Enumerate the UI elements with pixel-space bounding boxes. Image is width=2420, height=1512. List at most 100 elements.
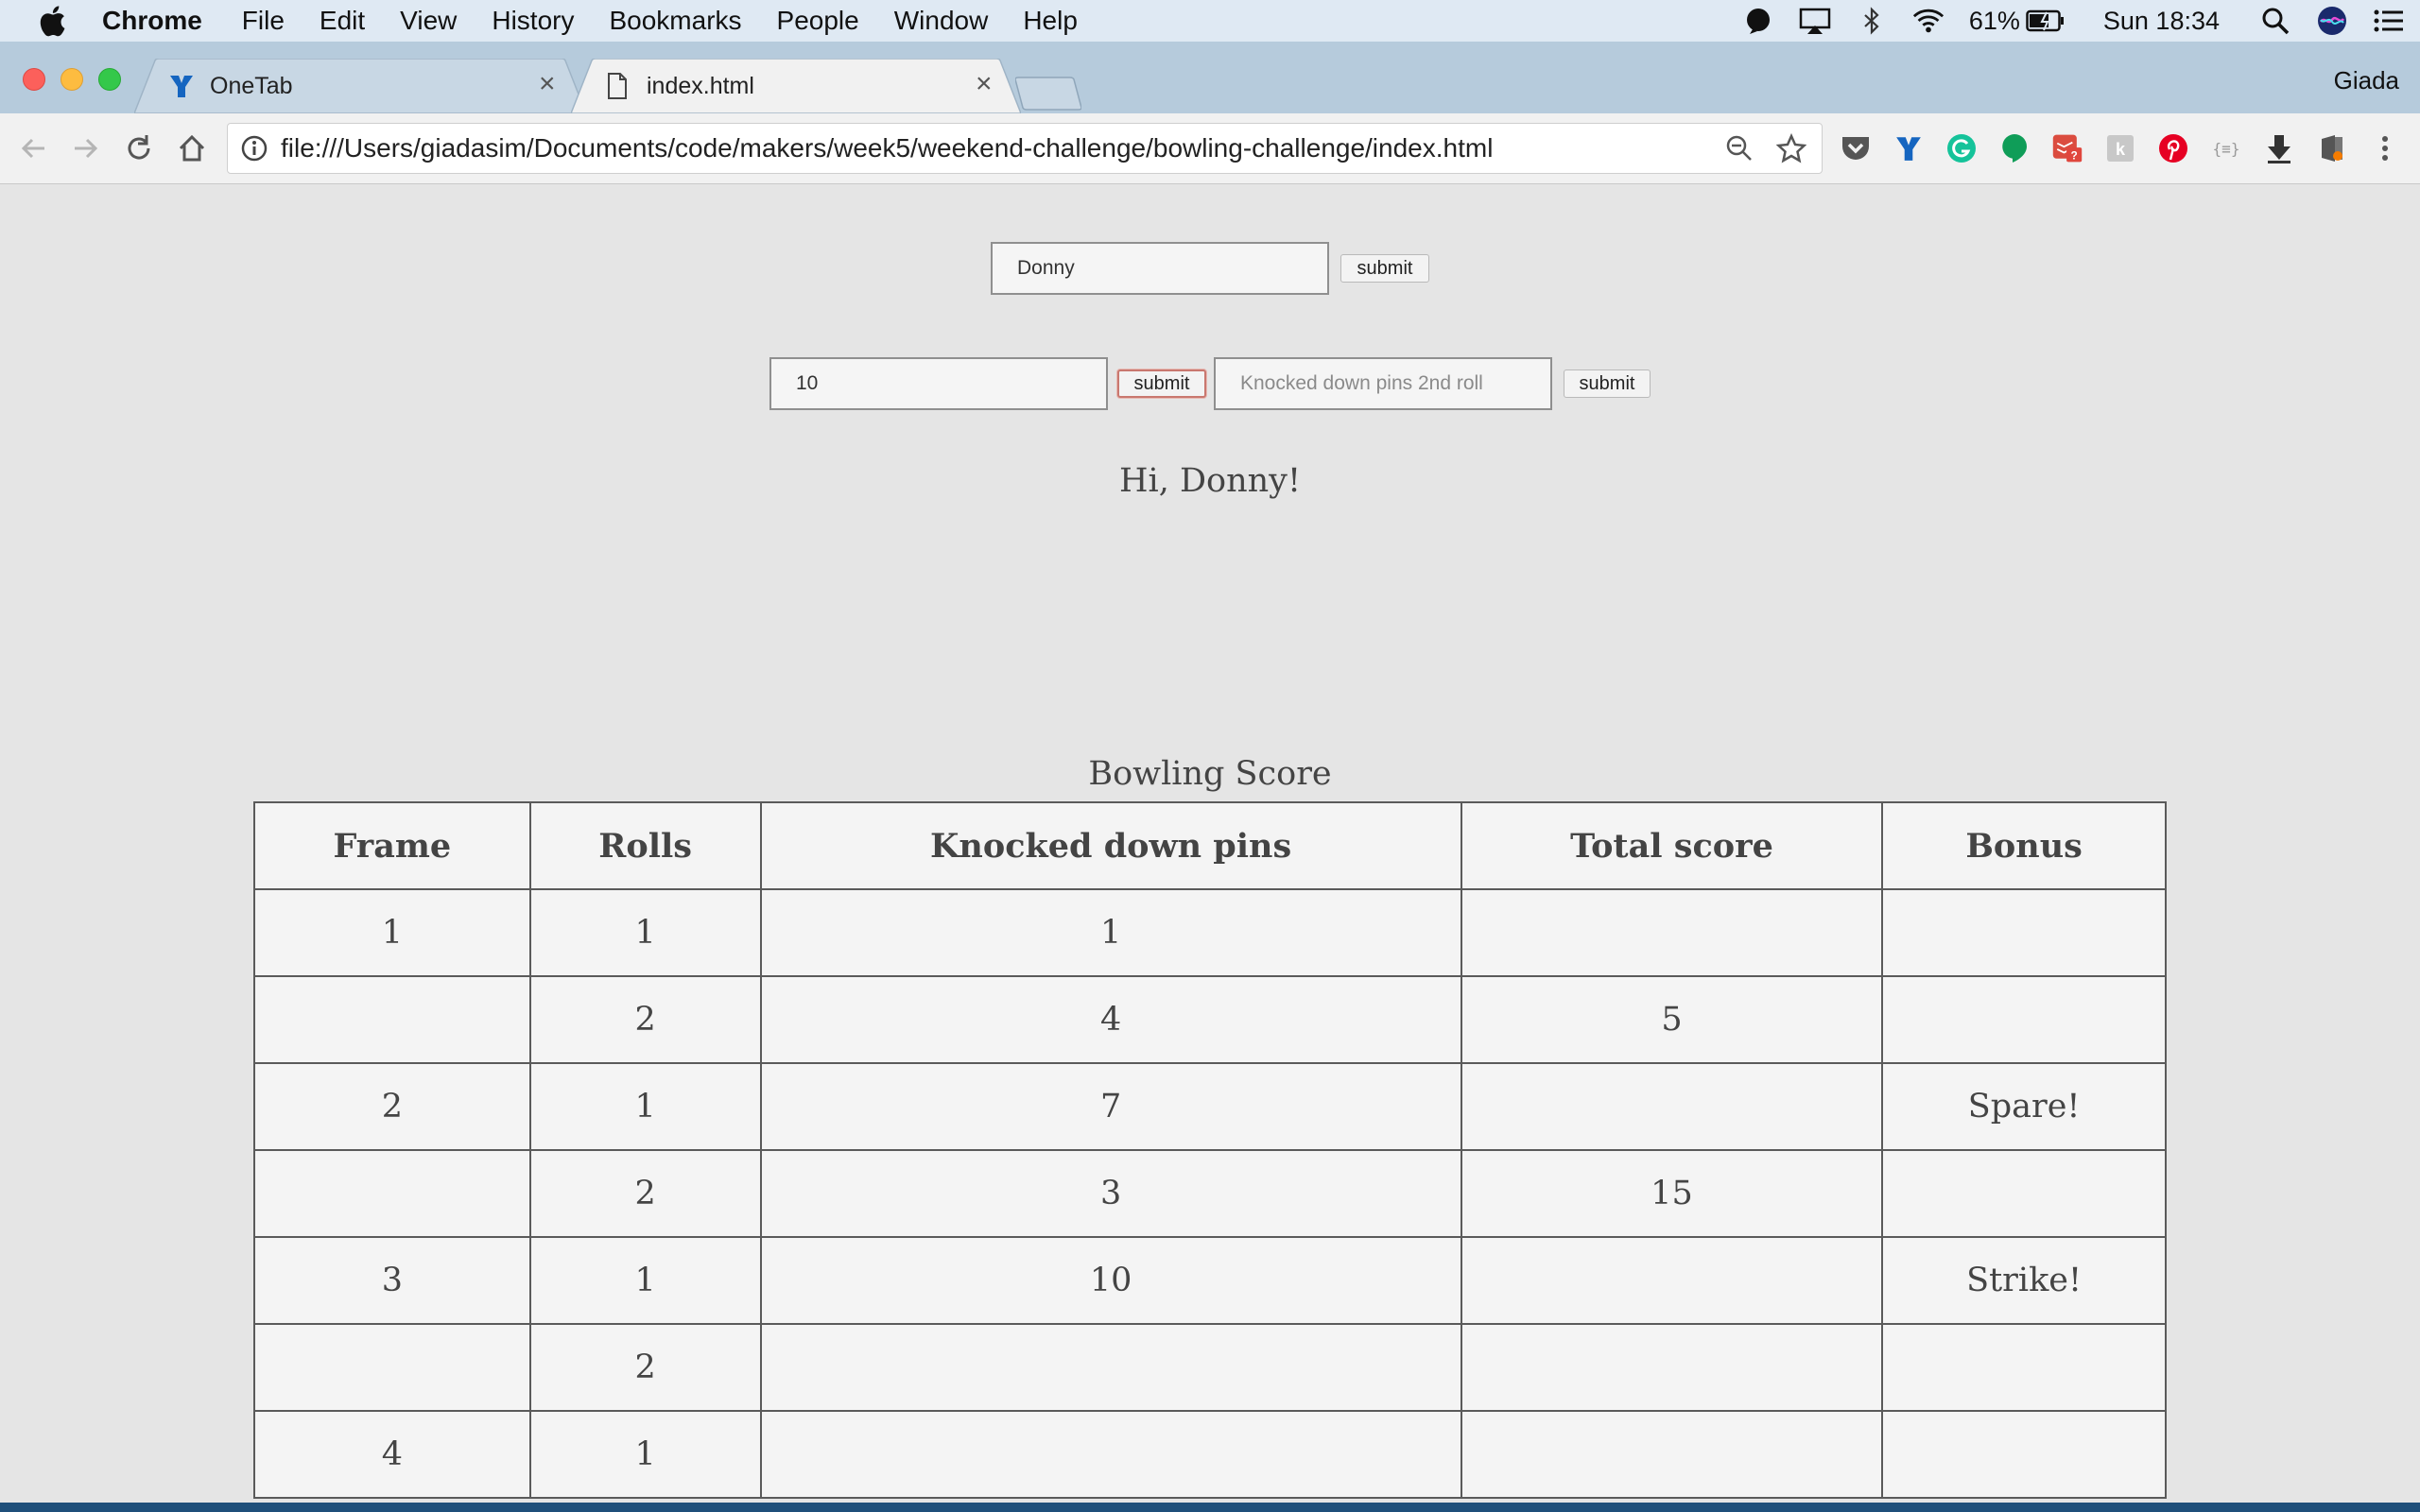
cell-bonus [1881,975,2167,1064]
cell-total [1460,1410,1884,1499]
tab-title: OneTab [210,72,293,99]
zoom-window-button[interactable] [98,68,121,91]
reload-icon[interactable] [121,130,157,166]
cell-total [1460,888,1884,977]
cell-frame [253,1149,531,1238]
tab-index-html[interactable]: index.html × [571,59,1021,113]
cell-pins: 4 [759,975,1462,1064]
cell-bonus [1881,1323,2167,1412]
close-tab-icon[interactable]: × [539,68,556,100]
home-icon[interactable] [174,130,210,166]
cell-frame [253,975,531,1064]
cell-pins [759,1410,1462,1499]
cell-pins: 7 [759,1062,1462,1151]
minimize-window-button[interactable] [60,68,83,91]
back-icon[interactable] [15,130,51,166]
first-roll-input[interactable]: 10 [769,357,1108,410]
menu-help[interactable]: Help [1023,6,1078,36]
grammarly-icon[interactable] [1945,132,1978,164]
cell-roll: 2 [528,1323,762,1412]
cell-pins [759,1323,1462,1412]
bluetooth-icon[interactable] [1856,7,1888,35]
app-indicator-icon[interactable] [1742,7,1774,35]
siri-icon[interactable] [2316,7,2348,35]
download-icon[interactable] [2263,132,2295,164]
close-tab-icon[interactable]: × [976,68,993,100]
todoist-icon[interactable]: ? [2051,132,2083,164]
cell-roll: 1 [528,1062,762,1151]
extension-icon[interactable]: k [2104,132,2136,164]
tab-onetab[interactable]: OneTab × [134,59,586,113]
spotlight-search-icon[interactable] [2259,7,2291,35]
profile-name[interactable]: Giada [2334,66,2399,95]
player-name-input[interactable]: Donny [991,242,1329,295]
cell-total [1460,1236,1884,1325]
extension-icon[interactable] [2316,132,2348,164]
column-header-bonus: Bonus [1881,801,2167,890]
table-header-row: Frame Rolls Knocked down pins Total scor… [253,801,2167,890]
menu-app-chrome[interactable]: Chrome [102,6,202,36]
apple-icon[interactable] [38,5,66,37]
cell-roll: 2 [528,1149,762,1238]
menu-bookmarks[interactable]: Bookmarks [609,6,741,36]
chrome-menu-icon[interactable] [2369,132,2401,164]
new-tab-button[interactable] [1015,74,1081,113]
pinterest-icon[interactable] [2157,132,2189,164]
cell-bonus [1881,1410,2167,1499]
svg-text:?: ? [2071,150,2078,163]
name-submit-button[interactable]: submit [1340,254,1429,283]
cell-total: 15 [1460,1149,1884,1238]
table-row: 2 [253,1323,2167,1412]
cell-bonus [1881,1149,2167,1238]
url-text[interactable]: file:///Users/giadasim/Documents/code/ma… [281,133,1493,163]
bookmark-star-icon[interactable] [1776,133,1806,163]
cell-frame: 2 [253,1062,531,1151]
first-roll-submit-button[interactable]: submit [1117,369,1206,398]
json-viewer-icon[interactable]: {≡} [2210,132,2242,164]
table-row: 4 1 [253,1410,2167,1499]
cell-roll: 2 [528,975,762,1064]
menu-file[interactable]: File [242,6,285,36]
menu-window[interactable]: Window [894,6,989,36]
hangouts-icon[interactable] [1998,132,2031,164]
battery-icon[interactable] [2026,7,2066,35]
onetab-icon[interactable] [1893,132,1925,164]
svg-text:k: k [2116,140,2126,159]
cell-frame: 4 [253,1410,531,1499]
zoom-out-icon[interactable] [1725,134,1754,163]
clock[interactable]: Sun 18:34 [2103,7,2220,36]
second-roll-input[interactable]: Knocked down pins 2nd roll [1214,357,1552,410]
battery-percentage: 61% [1968,6,2020,35]
close-window-button[interactable] [23,68,45,91]
second-roll-submit-button[interactable]: submit [1564,369,1651,398]
table-row: 3 1 10 Strike! [253,1236,2167,1325]
cell-pins: 1 [759,888,1462,977]
cell-frame [253,1323,531,1412]
svg-text:{≡}: {≡} [2213,140,2240,158]
cell-pins: 10 [759,1236,1462,1325]
column-header-rolls: Rolls [528,801,762,890]
macos-menu-bar: Chrome File Edit View History Bookmarks … [0,0,2420,42]
notification-center-icon[interactable] [2373,7,2405,35]
column-header-frame: Frame [253,801,531,890]
info-icon[interactable] [241,135,268,162]
column-header-total-score: Total score [1460,801,1884,890]
table-row: 2 1 7 Spare! [253,1062,2167,1151]
greeting-message: Hi, Donny! [1118,462,1302,500]
table-caption: Bowling Score [1088,755,1332,793]
pocket-icon[interactable] [1840,132,1872,164]
menu-history[interactable]: History [492,6,574,36]
cell-roll: 1 [528,1410,762,1499]
menu-people[interactable]: People [777,6,859,36]
menu-edit[interactable]: Edit [320,6,365,36]
cell-total [1460,1323,1884,1412]
menu-view[interactable]: View [400,6,457,36]
airplay-icon[interactable] [1799,7,1831,35]
browser-toolbar: file:///Users/giadasim/Documents/code/ma… [0,113,2420,184]
wifi-icon[interactable] [1912,7,1945,35]
forward-icon[interactable] [68,130,104,166]
onetab-icon [170,76,193,97]
address-bar[interactable]: file:///Users/giadasim/Documents/code/ma… [227,123,1823,174]
cell-bonus: Spare! [1881,1062,2167,1151]
document-icon [608,73,627,99]
